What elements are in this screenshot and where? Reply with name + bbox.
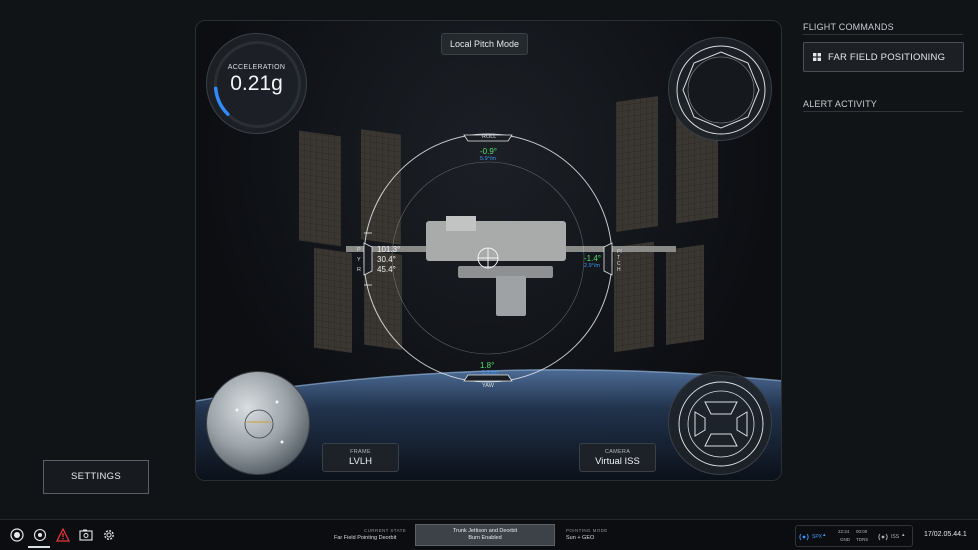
active-tab-indicator (28, 546, 50, 548)
acceleration-value: 0.21g (230, 72, 283, 95)
yaw-label: YAW (482, 383, 494, 389)
trunk-jettison-status[interactable]: Trunk Jettison and Deorbit Burn Enabled (415, 524, 555, 546)
acceleration-gauge: ACCELERATION 0.21g (206, 33, 307, 134)
gnd-label: GND (840, 537, 850, 542)
divider (803, 111, 963, 112)
trunk-line-1: Trunk Jettison and Deorbit (452, 528, 518, 534)
solar-array-left (299, 129, 402, 353)
frame-value: LVLH (348, 456, 373, 467)
globe-overlay (235, 400, 284, 444)
flight-commands-title: FLIGHT COMMANDS (803, 22, 894, 32)
yaw-rate: -3.3°/m (480, 370, 498, 376)
tdrs-time: 00:00 (856, 529, 868, 534)
camera-viewport[interactable]: Local Pitch Mode ACCELERATION 0.21g ROLL… (195, 20, 782, 481)
camera-selector[interactable]: CAMERA Virtual ISS (579, 443, 656, 472)
signal-icon (799, 533, 809, 541)
camera-icon[interactable] (79, 528, 93, 542)
alert-icon[interactable] (56, 528, 70, 542)
attitude-indicator (668, 37, 772, 141)
antenna-icon (878, 533, 888, 541)
pitch-label: PITCH (617, 249, 622, 273)
iss-toggle-icon[interactable]: ▴ (902, 532, 905, 538)
yaw-value: 1.8° (480, 361, 495, 370)
pyr-value-r: 45.4° (377, 265, 396, 274)
pyr-letters: P Y R (357, 245, 361, 275)
roll-label: ROLL (482, 134, 497, 140)
pitch-rate: 2.9°/m (584, 263, 600, 269)
alert-activity-title: ALERT ACTIVITY (803, 99, 877, 109)
mission-clock: 17/02.05.44.1 (924, 531, 967, 538)
pointing-mode-value: Sun + GEO (566, 535, 595, 541)
grid-icon (813, 53, 821, 61)
gnd-time: 22:24 (838, 529, 850, 534)
far-field-positioning-button[interactable]: FAR FIELD POSITIONING (803, 42, 964, 72)
docking-port-indicator (668, 371, 772, 475)
pyr-value-y: 30.4° (377, 255, 396, 264)
comm-status-group: SPX ▴ 22:24 GND 00:00 TDRS ISS ▴ (795, 525, 913, 547)
settings-button[interactable]: SETTINGS (43, 460, 149, 494)
current-state-value: Far Field Pointing Deorbit (334, 535, 397, 541)
pointing-mode-label: POINTING MODE (566, 528, 608, 533)
pyr-letter-y: Y (357, 257, 361, 263)
tdrs-label: TDRS (856, 537, 869, 542)
iss-label: ISS (891, 534, 900, 540)
octagon-ring-icon (676, 45, 766, 135)
far-field-positioning-label: FAR FIELD POSITIONING (828, 51, 946, 63)
gear-icon[interactable] (102, 528, 116, 542)
camera-value: Virtual ISS (595, 456, 640, 467)
target-icon[interactable] (33, 528, 47, 542)
divider (803, 34, 963, 35)
spx-toggle-icon[interactable]: ▴ (823, 532, 826, 538)
pyr-letter-r: R (357, 267, 361, 273)
record-icon[interactable] (10, 528, 24, 542)
roll-rate: 5.9°/m (480, 156, 496, 162)
frame-label: FRAME (350, 449, 371, 455)
pyr-letter-p: P (357, 247, 361, 253)
bottom-status-bar: CURRENT STATE Far Field Pointing Deorbit… (0, 519, 978, 550)
pitch-mode-indicator[interactable]: Local Pitch Mode (441, 33, 528, 55)
pyr-values: 101.3° 30.4° 45.4° (377, 245, 400, 275)
crosshair-icon (477, 247, 499, 269)
docking-ring-icon (678, 381, 764, 467)
camera-label: CAMERA (604, 449, 631, 455)
trunk-line-2: Burn Enabled (468, 535, 502, 541)
current-state-label: CURRENT STATE (364, 528, 407, 533)
globe-view[interactable] (206, 371, 310, 475)
pitch-value: -1.4° (584, 254, 601, 263)
acceleration-label: ACCELERATION (227, 64, 286, 71)
spx-label: SPX (812, 534, 823, 540)
roll-value: -0.9° (480, 147, 497, 156)
pyr-value-p: 101.3° (377, 245, 401, 254)
frame-selector[interactable]: FRAME LVLH (322, 443, 399, 472)
